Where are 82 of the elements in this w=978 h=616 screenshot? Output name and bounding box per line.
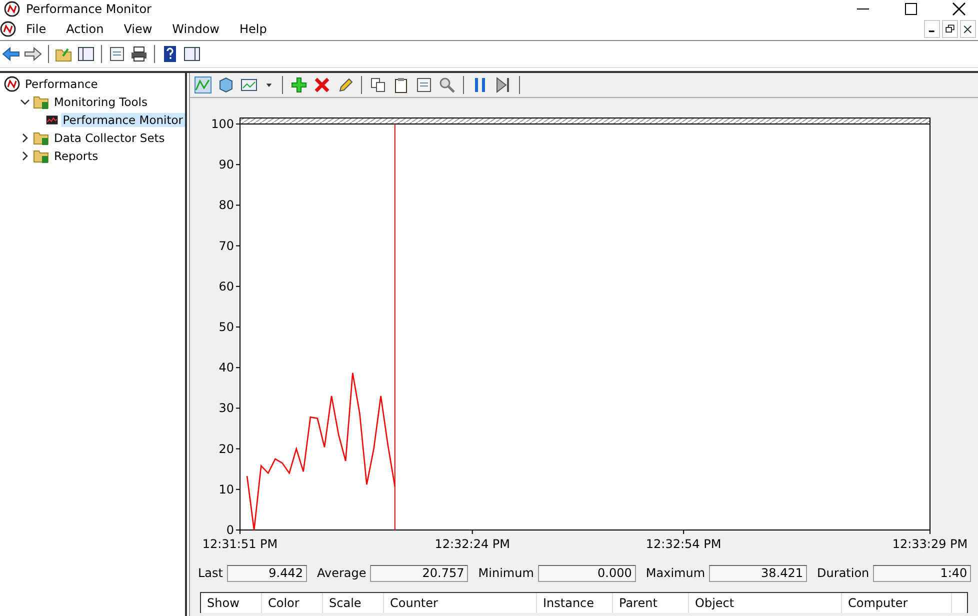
y-tick-label: 60 [218, 279, 234, 294]
properties-icon[interactable] [108, 45, 126, 63]
menu-item[interactable]: Help [230, 22, 277, 36]
y-tick [236, 448, 240, 450]
y-tick-label: 40 [218, 360, 234, 375]
x-tick-label: 12:32:24 PM [434, 537, 510, 551]
panel-icon[interactable] [77, 45, 95, 63]
menu-item[interactable]: Action [56, 22, 114, 36]
y-tick [236, 488, 240, 490]
step-forward-icon[interactable] [494, 76, 512, 94]
stat-value: 20.757 [370, 564, 468, 582]
panel-icon[interactable] [183, 45, 201, 63]
clipboard-icon[interactable] [392, 76, 410, 94]
y-tick [236, 367, 240, 368]
window-title: Performance Monitor [26, 2, 152, 16]
tree-item[interactable]: Reports [52, 149, 100, 163]
y-tick [236, 204, 240, 206]
copy-icon[interactable] [369, 76, 387, 94]
restore-icon[interactable] [942, 20, 958, 38]
close-icon[interactable] [960, 20, 976, 38]
column-header[interactable]: Show [201, 593, 262, 613]
column-header[interactable]: Scale [323, 593, 384, 613]
chevron-down-icon[interactable] [20, 97, 30, 107]
maximize-icon[interactable] [902, 0, 920, 18]
stat-value: 0.000 [538, 564, 636, 582]
tree-item[interactable]: Performance [23, 77, 100, 91]
column-header[interactable]: Counter [384, 593, 537, 613]
y-tick-label: 30 [218, 401, 234, 416]
tree-item[interactable]: Monitoring Tools [52, 95, 150, 109]
y-tick-label: 0 [226, 523, 234, 537]
back-arrow-icon[interactable] [2, 45, 20, 63]
properties-icon[interactable] [415, 76, 433, 94]
stat-label: Average [317, 566, 366, 580]
y-tick-label: 50 [218, 320, 234, 334]
delete-icon[interactable] [313, 76, 331, 94]
chart-icon [46, 113, 58, 127]
y-tick [236, 326, 240, 328]
folder-icon [33, 94, 49, 110]
column-header[interactable]: Instance [537, 593, 613, 613]
y-tick [236, 164, 240, 166]
y-tick-label: 80 [218, 198, 234, 212]
y-tick-label: 10 [218, 482, 234, 496]
stat-label: Duration [817, 566, 870, 580]
y-tick [236, 245, 240, 246]
menu-item[interactable]: File [16, 22, 56, 36]
folder-icon [33, 148, 49, 164]
chevron-right-icon[interactable] [20, 151, 30, 161]
gauge-icon [4, 76, 20, 92]
chevron-right-icon[interactable] [20, 133, 30, 143]
column-header[interactable]: Parent [613, 593, 689, 613]
column-header[interactable]: Computer [842, 593, 952, 613]
minimize-icon[interactable] [924, 20, 940, 38]
x-tick-label: 12:31:51 PM [202, 537, 278, 551]
y-tick-label: 20 [218, 442, 234, 456]
report-icon[interactable] [240, 76, 258, 94]
line-graph-icon[interactable] [194, 76, 212, 94]
stat-label: Maximum [646, 566, 706, 580]
stat-label: Minimum [478, 566, 534, 580]
y-tick-label: 90 [218, 158, 234, 172]
tree-item[interactable]: Data Collector Sets [52, 131, 167, 145]
y-tick [236, 408, 240, 409]
stat-value: 9.442 [227, 564, 307, 582]
folder-icon [33, 130, 49, 146]
y-tick-label: 70 [218, 238, 234, 253]
stat-value: 1:40 [873, 564, 972, 582]
stat-value: 38.421 [709, 564, 808, 582]
help-icon[interactable] [161, 45, 179, 63]
x-tick-label: 12:32:54 PM [646, 537, 722, 551]
column-header[interactable]: Color [262, 593, 323, 613]
column-header[interactable]: Object [689, 593, 842, 613]
close-icon[interactable] [950, 0, 968, 18]
y-tick-label: 100 [211, 117, 234, 131]
print-icon[interactable] [130, 45, 148, 63]
stat-label: Last [198, 566, 223, 580]
menu-item[interactable]: Window [162, 22, 230, 36]
forward-arrow-icon[interactable] [24, 45, 42, 63]
x-tick-label: 12:33:29 PM [892, 537, 968, 551]
tree-item[interactable]: Performance Monitor [60, 113, 185, 127]
y-tick [236, 286, 240, 287]
menu-item[interactable]: View [114, 22, 162, 36]
add-icon[interactable] [290, 76, 308, 94]
magnifier-icon[interactable] [438, 76, 456, 94]
